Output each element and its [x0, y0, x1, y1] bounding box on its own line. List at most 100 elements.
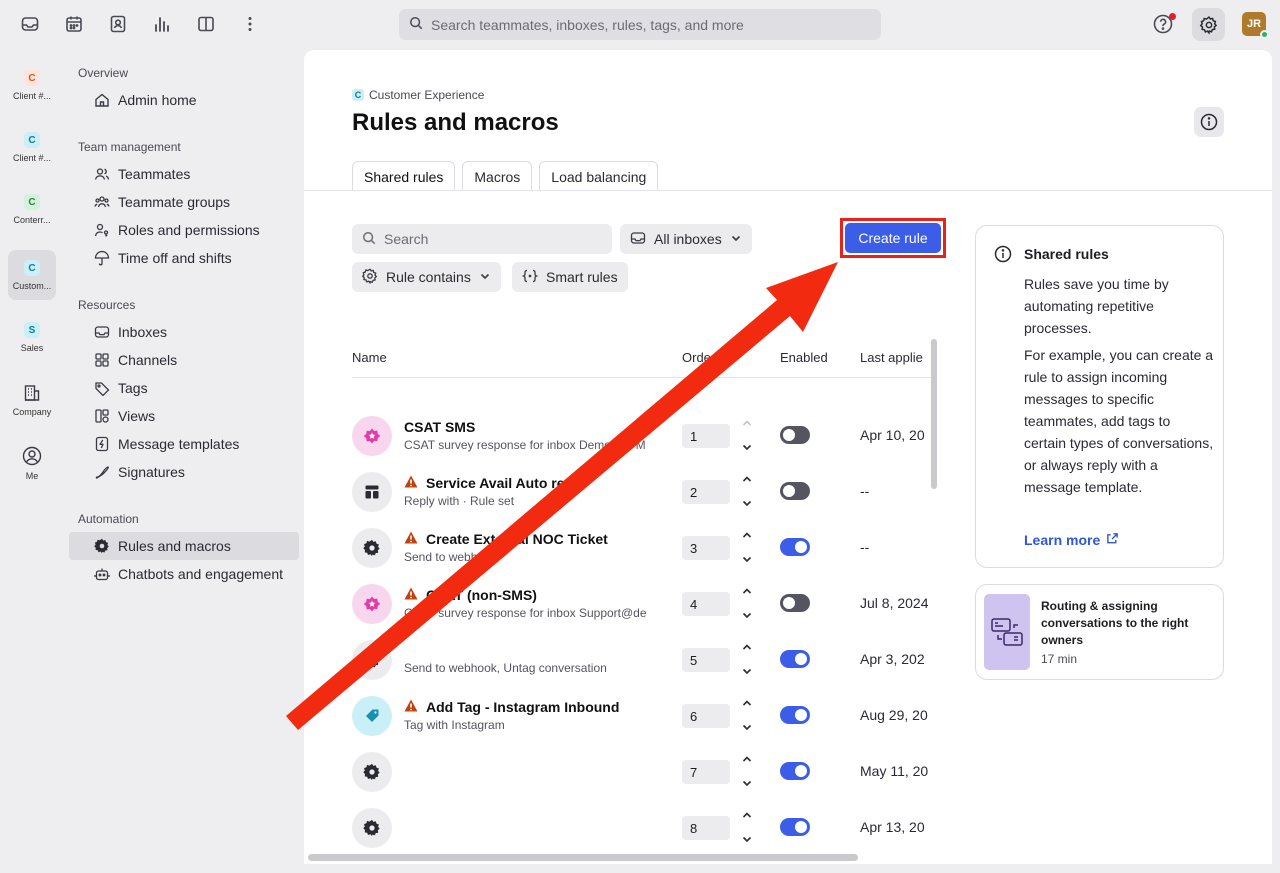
- tab-load-balancing[interactable]: Load balancing: [539, 161, 659, 191]
- nav-item-roles[interactable]: Roles and permissions: [69, 216, 299, 244]
- order-input[interactable]: 8: [682, 816, 730, 840]
- rule-title[interactable]: Service Avail Auto reply: [404, 475, 585, 491]
- table-row[interactable]: Add Tag - Instagram Inbound Tag with Inst…: [352, 688, 932, 744]
- nav-item-channels[interactable]: Channels: [69, 346, 299, 374]
- workspace-client-2[interactable]: C Client #...: [8, 122, 56, 172]
- nav-item-tags[interactable]: Tags: [69, 374, 299, 402]
- info-card-paragraph: Rules save you time by automating repeti…: [1024, 276, 1169, 336]
- workspace-conterr[interactable]: C Conterr...: [8, 184, 56, 234]
- global-search-input[interactable]: [431, 16, 851, 33]
- rule-title[interactable]: CSAT (non-SMS): [404, 587, 537, 603]
- chevron-up-icon[interactable]: [741, 528, 753, 544]
- enabled-toggle[interactable]: [780, 482, 810, 500]
- rule-title[interactable]: Create External NOC Ticket: [404, 531, 608, 547]
- help-button[interactable]: [1152, 13, 1176, 37]
- learn-more-link[interactable]: Learn more: [1024, 532, 1119, 548]
- enabled-toggle[interactable]: [780, 706, 810, 724]
- building-icon: [23, 384, 41, 405]
- table-row[interactable]: Create External NOC Ticket Send to webhoo…: [352, 520, 932, 576]
- tab-macros[interactable]: Macros: [462, 161, 533, 191]
- more-icon[interactable]: [238, 12, 262, 36]
- chevron-down-icon[interactable]: [741, 720, 753, 736]
- chevron-down-icon[interactable]: [741, 496, 753, 512]
- enabled-toggle[interactable]: [780, 762, 810, 780]
- tutorial-video-card[interactable]: Routing & assigning conversations to the…: [975, 584, 1224, 680]
- chevron-up-icon[interactable]: [741, 696, 753, 712]
- column-header-name[interactable]: Name: [352, 350, 387, 365]
- signature-icon: [94, 464, 110, 480]
- table-row[interactable]: Send to webhook, Untag conversation 5 Apr …: [352, 632, 932, 688]
- page-info-button[interactable]: [1194, 107, 1224, 137]
- settings-button[interactable]: [1192, 8, 1225, 41]
- chevron-down-icon[interactable]: [741, 608, 753, 624]
- nav-item-rules-and-macros[interactable]: Rules and macros: [69, 532, 299, 560]
- chevron-down-icon[interactable]: [741, 552, 753, 568]
- order-arrows: [740, 472, 754, 512]
- create-rule-button[interactable]: Create rule: [845, 223, 941, 253]
- tab-shared-rules[interactable]: Shared rules: [352, 161, 456, 191]
- nav-item-signatures[interactable]: Signatures: [69, 458, 299, 486]
- enabled-toggle[interactable]: [780, 594, 810, 612]
- rule-title[interactable]: Add Tag - Instagram Inbound: [404, 699, 619, 715]
- chevron-up-icon[interactable]: [741, 472, 753, 488]
- rules-search[interactable]: [352, 224, 612, 254]
- order-input[interactable]: 7: [682, 760, 730, 784]
- workspace-customer-experience[interactable]: C Custom...: [8, 250, 56, 300]
- analytics-icon[interactable]: [150, 12, 174, 36]
- order-input[interactable]: 3: [682, 536, 730, 560]
- global-search[interactable]: [399, 9, 881, 40]
- order-input[interactable]: 5: [682, 648, 730, 672]
- workspace-client-1[interactable]: C Client #...: [8, 60, 56, 110]
- enabled-toggle[interactable]: [780, 426, 810, 444]
- chevron-down-icon[interactable]: [741, 440, 753, 456]
- chevron-down-icon[interactable]: [741, 664, 753, 680]
- chevron-up-icon[interactable]: [741, 752, 753, 768]
- chevron-up-icon[interactable]: [741, 584, 753, 600]
- nav-item-message-templates[interactable]: Message templates: [69, 430, 299, 458]
- nav-item-inboxes[interactable]: Inboxes: [69, 318, 299, 346]
- table-row[interactable]: 8 Apr 13, 20: [352, 800, 932, 856]
- workspace-me[interactable]: Me: [8, 436, 56, 486]
- order-input[interactable]: 6: [682, 704, 730, 728]
- order-input[interactable]: 4: [682, 592, 730, 616]
- workspace-company[interactable]: Company: [8, 374, 56, 424]
- enabled-toggle[interactable]: [780, 650, 810, 668]
- table-row[interactable]: CSAT SMS CSAT survey response for inbox D…: [352, 408, 932, 464]
- table-row[interactable]: CSAT (non-SMS) CSAT survey response for i…: [352, 576, 932, 632]
- nav-item-teammate-groups[interactable]: Teammate groups: [69, 188, 299, 216]
- knowledge-base-icon[interactable]: [194, 12, 218, 36]
- horizontal-scrollbar[interactable]: [308, 854, 858, 861]
- nav-item-views[interactable]: Views: [69, 402, 299, 430]
- contacts-icon[interactable]: [106, 12, 130, 36]
- inbox-icon[interactable]: [18, 12, 42, 36]
- nav-item-time-off[interactable]: Time off and shifts: [69, 244, 299, 272]
- avatar[interactable]: JR: [1242, 12, 1269, 39]
- enabled-toggle[interactable]: [780, 538, 810, 556]
- chevron-up-icon[interactable]: [741, 640, 753, 656]
- order-input[interactable]: 2: [682, 480, 730, 504]
- calendar-icon[interactable]: [62, 12, 86, 36]
- order-input[interactable]: 1: [682, 424, 730, 448]
- chevron-down-icon[interactable]: [741, 776, 753, 792]
- rule-title[interactable]: CSAT SMS: [404, 419, 475, 435]
- table-row[interactable]: Service Avail Auto reply Reply with · Rul…: [352, 464, 932, 520]
- inbox-filter-dropdown[interactable]: All inboxes: [620, 224, 752, 254]
- workspace-sales[interactable]: S Sales: [8, 312, 56, 362]
- column-header-enabled[interactable]: Enabled: [780, 350, 828, 365]
- rule-contains-dropdown[interactable]: Rule contains: [352, 262, 501, 292]
- nav-item-teammates[interactable]: Teammates: [69, 160, 299, 188]
- nav-item-admin-home[interactable]: Admin home: [69, 86, 299, 114]
- star-badge-icon: [352, 584, 392, 624]
- enabled-toggle[interactable]: [780, 818, 810, 836]
- chevron-up-icon[interactable]: [741, 808, 753, 824]
- smart-rules-button[interactable]: Smart rules: [512, 262, 628, 292]
- nav-item-chatbots[interactable]: Chatbots and engagement: [69, 560, 299, 588]
- chevron-down-icon[interactable]: [741, 832, 753, 848]
- column-header-last-applied[interactable]: Last applie: [860, 350, 930, 365]
- gear-icon: [361, 267, 378, 287]
- breadcrumb[interactable]: C Customer Experience: [352, 88, 484, 102]
- column-header-order[interactable]: Orde: [682, 350, 711, 365]
- rules-search-input[interactable]: [384, 231, 594, 247]
- table-row[interactable]: 7 May 11, 20: [352, 744, 932, 800]
- vertical-scrollbar[interactable]: [931, 339, 937, 489]
